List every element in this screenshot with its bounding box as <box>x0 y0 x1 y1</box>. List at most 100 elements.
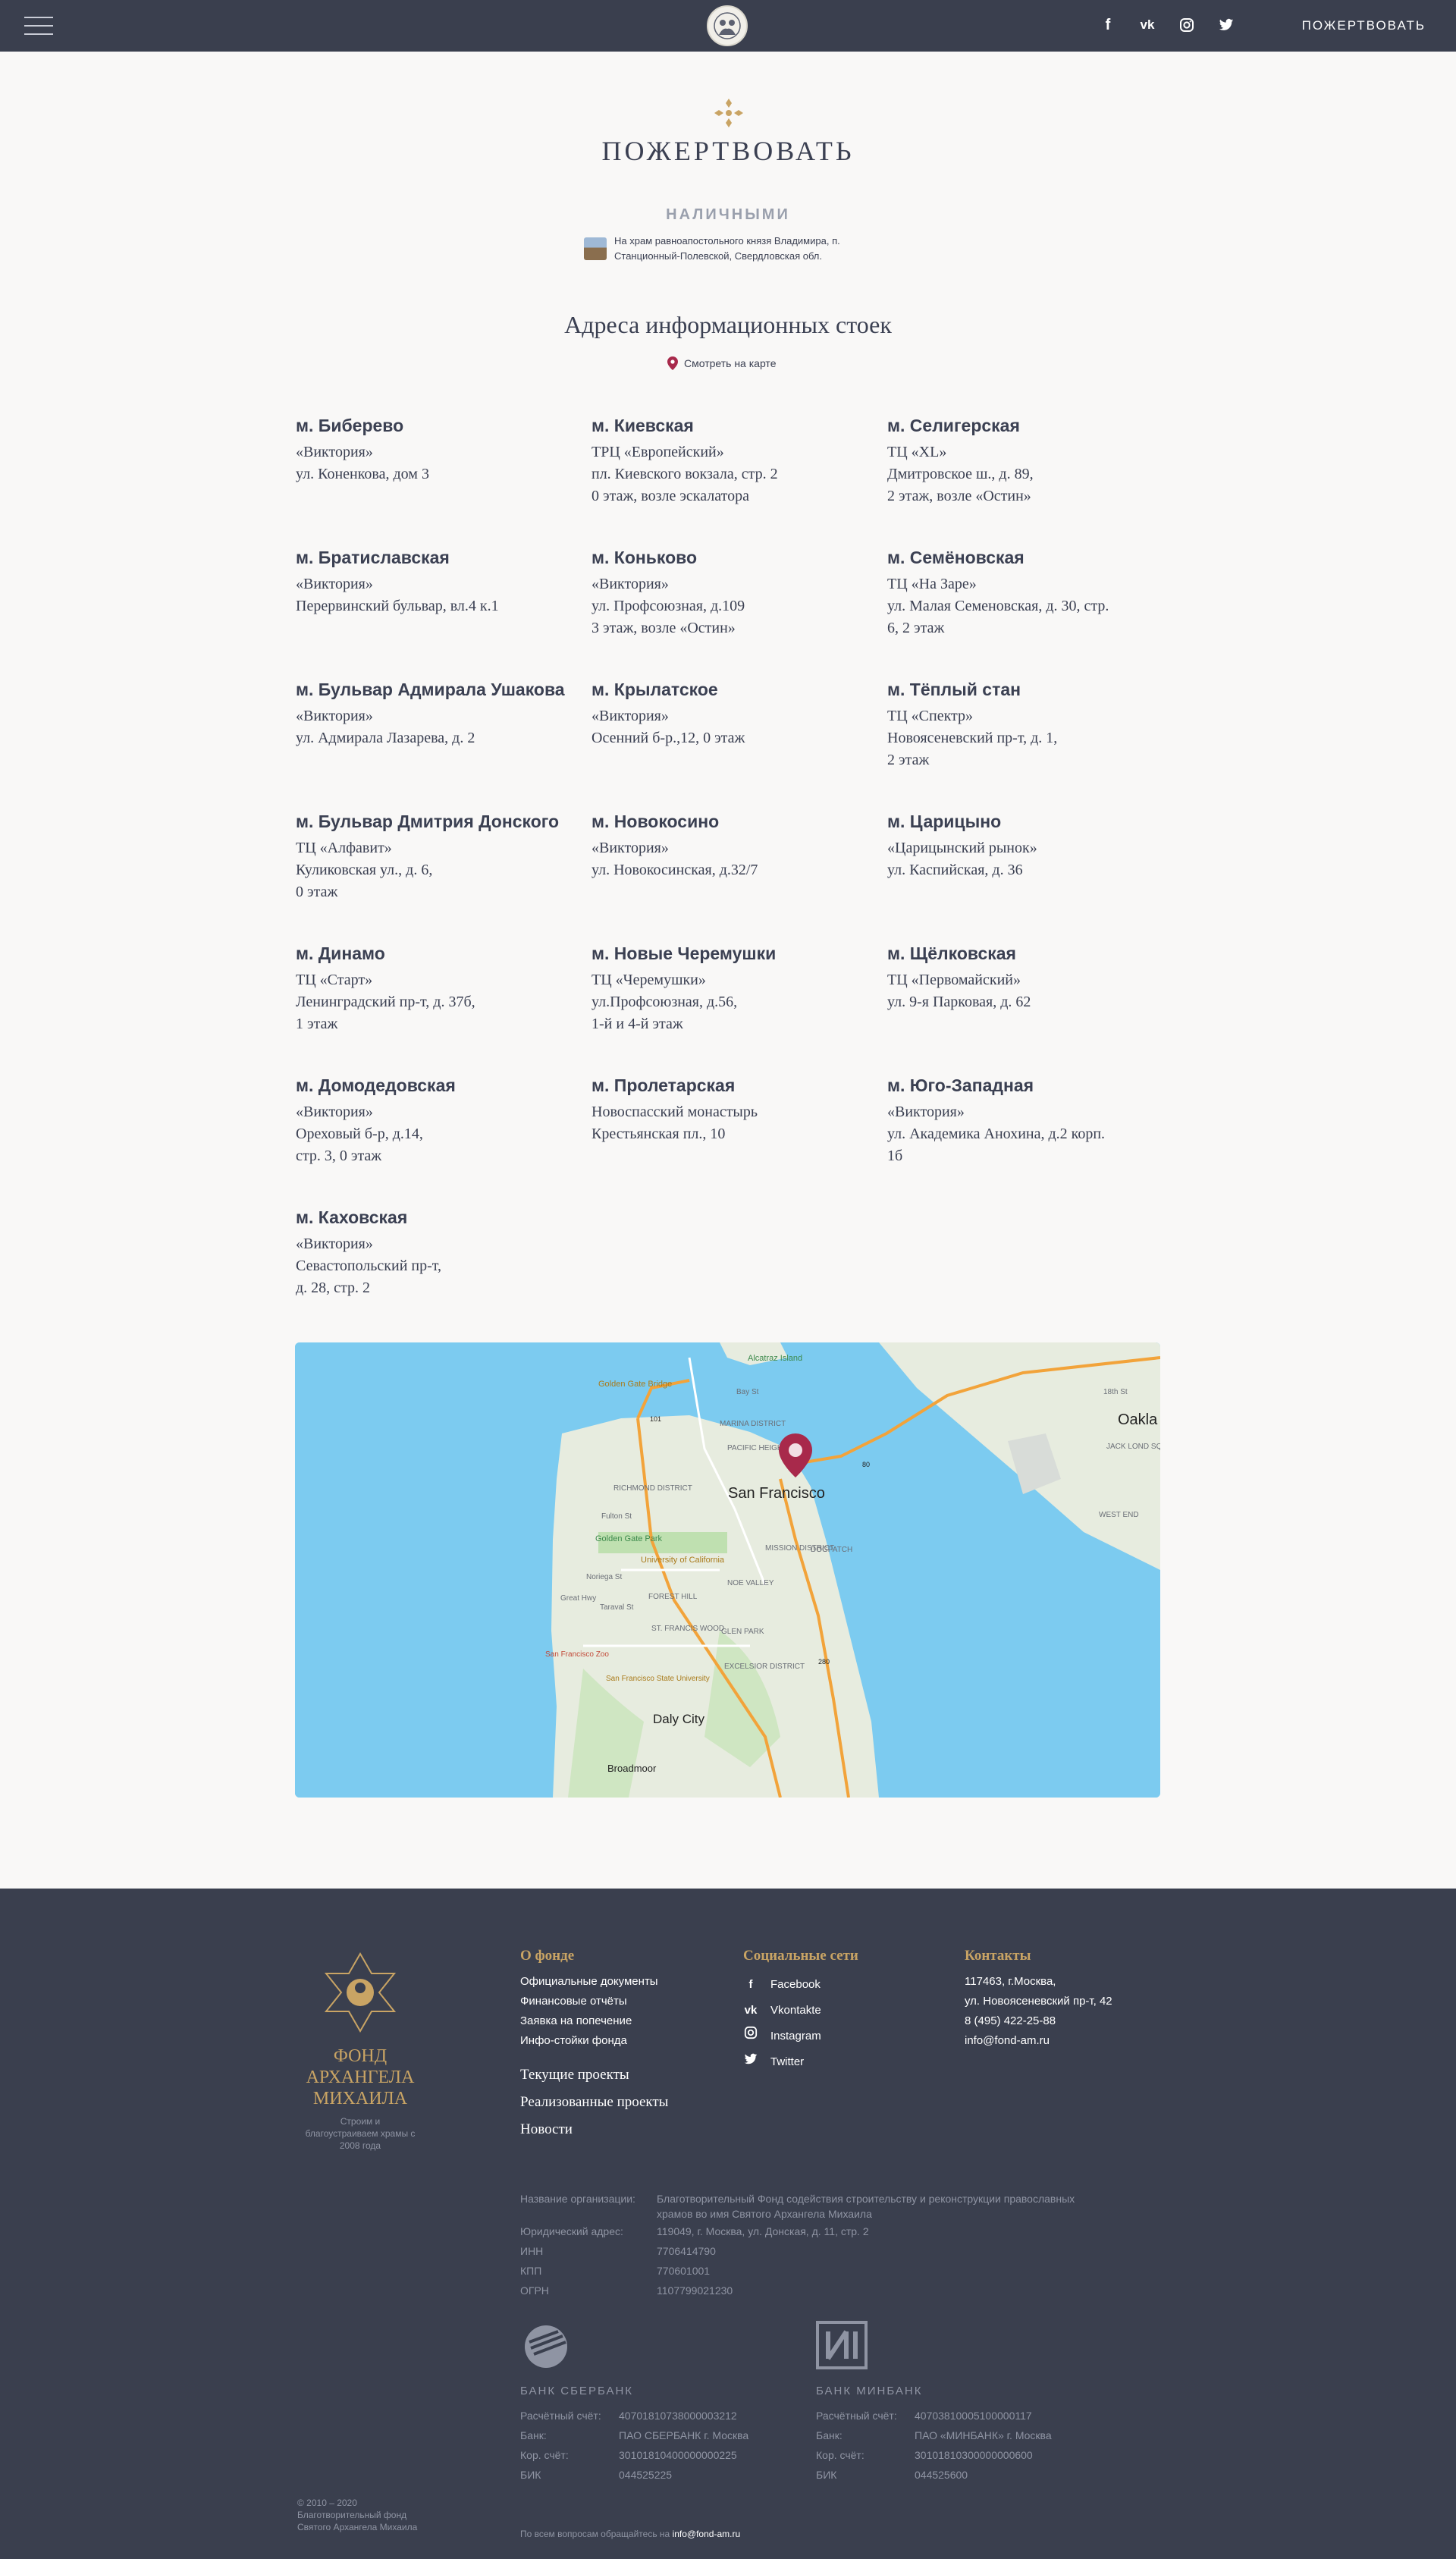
view-on-map-link[interactable]: Смотреть на карте <box>667 356 776 370</box>
map-label: GLEN PARK <box>721 1628 764 1636</box>
footer-contacts: Контакты 117463, г.Москва, ул. Новоясене… <box>965 1948 1112 2051</box>
footer-phone[interactable]: 8 (495) 422-25-88 <box>965 2011 1112 2031</box>
header-donate-link[interactable]: ПОЖЕРТВОВАТЬ <box>1302 18 1426 33</box>
contact-note: По всем вопросам обращайтесь на info@fon… <box>520 2529 741 2539</box>
stand-address-line: стр. 3, 0 этаж <box>296 1148 382 1164</box>
stand-address-line: ТЦ «XL» <box>887 444 947 460</box>
stand-address-line: «Виктория» <box>296 576 373 592</box>
footer-link-documents[interactable]: Официальные документы <box>520 1972 668 1992</box>
twitter-icon[interactable] <box>1216 15 1236 35</box>
site-footer: ФОНД АРХАНГЕЛА МИХАИЛА Строим и благоуст… <box>0 1889 1456 2559</box>
church-thumbnail <box>584 237 607 260</box>
stand-address-line: Ореховый б-р, д.14, <box>296 1126 423 1142</box>
cross-ornament-icon <box>714 99 743 127</box>
map-label: Golden Gate Bridge <box>598 1380 672 1389</box>
stand-metro-name: м. Каховская <box>296 1207 408 1227</box>
stand-metro-name: м. Царицыно <box>887 812 1002 831</box>
stand-address-line: «Виктория» <box>296 444 373 460</box>
stand-address-line: Дмитровское ш., д. 89, <box>887 466 1034 482</box>
stand-address-line: «Виктория» <box>592 576 669 592</box>
stand-address-line: Новоясеневский пр-т, д. 1, <box>887 730 1058 746</box>
bank-name: БАНК МИНБАНК <box>816 2385 923 2397</box>
stand-address-line: 2 этаж, возле «Остин» <box>887 488 1031 504</box>
stand-address-line: «Виктория» <box>592 708 669 724</box>
stand-address-line: д. 28, стр. 2 <box>296 1280 371 1296</box>
map-label: Fulton St <box>601 1512 632 1521</box>
footer-logo-subtitle: Строим и благоустраиваем храмы с 2008 го… <box>305 2116 416 2151</box>
footer-link-reports[interactable]: Финансовые отчёты <box>520 1992 668 2011</box>
stand-metro-name: м. Братиславская <box>296 548 450 567</box>
stand-address-line: Севастопольский пр-т, <box>296 1258 442 1274</box>
stand-item: м. Новые Черемушки ТЦ «Черемушки» ул.Профс… <box>592 944 887 1075</box>
map-label: Noriega St <box>586 1573 622 1581</box>
stand-metro-name: м. Динамо <box>296 944 385 963</box>
requisite-row: Юридический адрес: 119049, г. Москва, ул.… <box>520 2225 869 2237</box>
map-label: University of California <box>641 1556 725 1565</box>
stand-address-line: 1 этаж <box>296 1016 338 1032</box>
stand-item: м. Динамо ТЦ «Старт» Ленинградский пр-т, д… <box>296 944 592 1075</box>
vk-icon[interactable]: vk <box>1138 15 1157 35</box>
stand-metro-name: м. Селигерская <box>887 416 1020 435</box>
stand-address-line: ТЦ «Черемушки» <box>592 972 706 988</box>
map-label: WEST END <box>1099 1511 1139 1519</box>
cash-label: НАЛИЧНЫМИ <box>666 206 790 223</box>
contact-email-link[interactable]: info@fond-am.ru <box>673 2529 741 2539</box>
footer-link-stands[interactable]: Инфо-стойки фонда <box>520 2031 668 2051</box>
map-label: ST. FRANCIS WOOD <box>651 1625 724 1633</box>
map-label: RICHMOND DISTRICT <box>613 1484 692 1493</box>
stand-address-line: «Виктория» <box>592 840 669 856</box>
stand-item: м. Бульвар Дмитрия Донского ТЦ «Алфавит» К… <box>296 812 592 944</box>
vk-icon: vk <box>744 2004 758 2017</box>
stand-address-line: пл. Киевского вокзала, стр. 2 <box>592 466 778 482</box>
facebook-icon: f <box>748 1978 753 1991</box>
bank-minbank: БАНК МИНБАНК Расчётный счёт: 407038100051… <box>816 2321 1052 2485</box>
footer-address-line: 117463, г.Москва, <box>965 1975 1056 1988</box>
stand-item: м. Биберево «Виктория» ул. Коненкова, дом … <box>296 416 592 548</box>
footer-vk-link[interactable]: vk Vkontakte <box>743 1998 858 2024</box>
footer-twitter-link[interactable]: Twitter <box>743 2049 858 2075</box>
map-canvas[interactable]: Alcatraz Island Golden Gate Bridge MARIN… <box>295 1342 1160 1798</box>
bank-name: БАНК СБЕРБАНК <box>520 2385 634 2397</box>
bank-sberbank: БАНК СБЕРБАНК Расчётный счёт: 40701810738… <box>520 2321 748 2485</box>
instagram-icon[interactable] <box>1177 15 1197 35</box>
menu-burger-icon[interactable] <box>24 17 53 35</box>
footer-link-application[interactable]: Заявка на попечение <box>520 2011 668 2031</box>
footer-link-current-projects[interactable]: Текущие проекты <box>520 2061 668 2089</box>
map-label: San Francisco State University <box>606 1675 710 1683</box>
instagram-icon <box>743 2024 758 2049</box>
map-label: 18th St <box>1103 1388 1128 1396</box>
map-label: Taraval St <box>600 1603 634 1612</box>
church-target[interactable]: На храм равноапостольного князя Владимир… <box>584 234 872 264</box>
stand-item: м. Коньково «Виктория» ул. Профсоюзная, д.… <box>592 548 887 680</box>
footer-instagram-link[interactable]: Instagram <box>743 2024 858 2049</box>
stand-address-line: «Царицынский рынок» <box>887 840 1037 856</box>
requisite-row: ИНН 7706414790 <box>520 2245 716 2257</box>
foundation-emblem-icon <box>324 1951 397 2033</box>
view-on-map-label: Смотреть на карте <box>684 357 777 369</box>
stand-item: м. Тёплый стан ТЦ «Спектр» Новоясеневский … <box>887 680 1160 812</box>
footer-link-completed-projects[interactable]: Реализованные проекты <box>520 2089 668 2116</box>
map-label: Bay St <box>736 1388 759 1396</box>
footer-logo[interactable]: ФОНД АРХАНГЕЛА МИХАИЛА Строим и благоуст… <box>303 1951 417 2152</box>
stand-address-line: 0 этаж <box>296 884 338 900</box>
footer-facebook-link[interactable]: f Facebook <box>743 1972 858 1998</box>
map-label: Golden Gate Park <box>595 1534 663 1543</box>
stand-metro-name: м. Крылатское <box>592 680 718 699</box>
stands-map[interactable]: Alcatraz Island Golden Gate Bridge MARIN… <box>295 1342 1160 1798</box>
facebook-icon[interactable]: f <box>1098 15 1118 35</box>
footer-about-title: О фонде <box>520 1948 575 1964</box>
footer-email[interactable]: info@fond-am.ru <box>965 2031 1112 2051</box>
stand-metro-name: м. Щёлковская <box>887 944 1016 963</box>
footer-link-news[interactable]: Новости <box>520 2116 668 2143</box>
map-label: Great Hwy <box>560 1594 596 1603</box>
stand-item: м. Бульвар Адмирала Ушакова «Виктория» ул.… <box>296 680 592 812</box>
requisite-row: Название организации: Благотворительный Ф… <box>520 2193 1075 2220</box>
stand-metro-name: м. Биберево <box>296 416 404 435</box>
sberbank-logo-icon <box>525 2325 567 2368</box>
site-logo-icon[interactable] <box>707 5 748 46</box>
map-city-label: San Francisco <box>728 1485 825 1502</box>
stand-metro-name: м. Семёновская <box>887 548 1025 567</box>
map-road-shield: 101 <box>650 1415 661 1423</box>
page-title: ПОЖЕРТВОВАТЬ <box>601 136 855 166</box>
stand-address-line: ТРЦ «Европейский» <box>592 444 724 460</box>
